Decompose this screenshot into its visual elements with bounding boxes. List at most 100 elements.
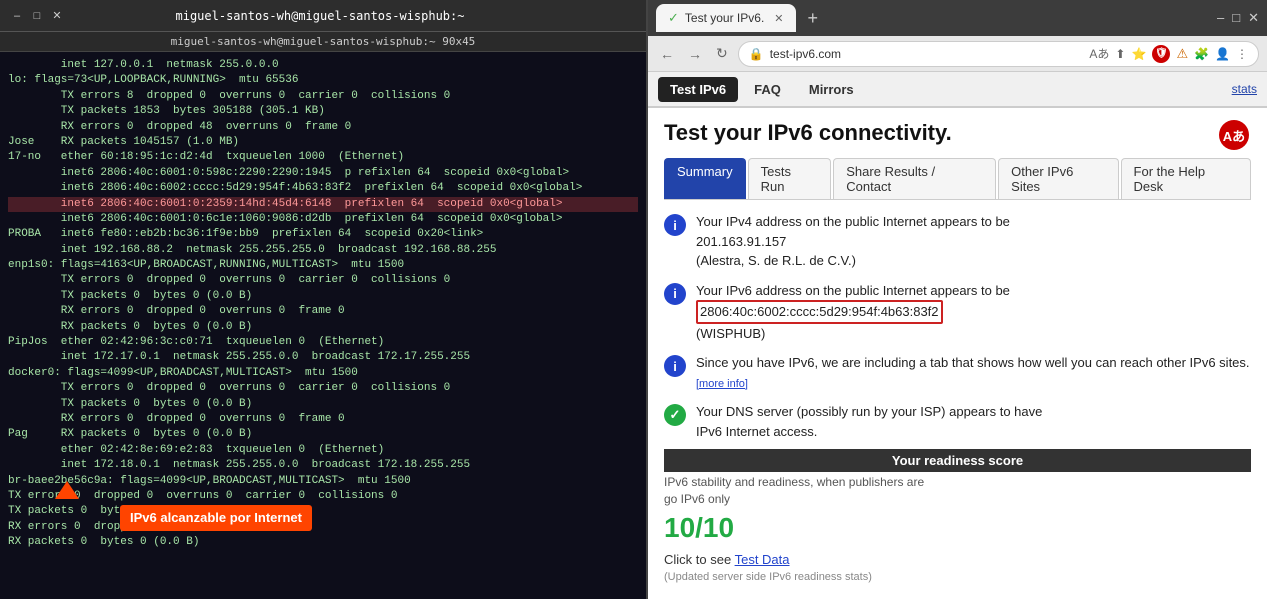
- terminal-line: inet 192.168.88.2 netmask 255.255.255.0 …: [8, 243, 638, 258]
- browser-minimize-button[interactable]: –: [1217, 10, 1224, 26]
- tab-other-ipv6-sites[interactable]: Other IPv6 Sites: [998, 158, 1118, 199]
- terminal-line: inet6 2806:40c:6001:0:6c1e:1060:9086:d2d…: [8, 212, 638, 227]
- ipv6-label: IPv6 alcanzable por Internet: [120, 505, 312, 531]
- tab-title: Test your IPv6.: [685, 11, 764, 25]
- terminal-line: inet 172.18.0.1 netmask 255.255.0.0 broa…: [8, 458, 638, 473]
- dns-check-icon: ✓: [664, 404, 686, 426]
- browser-close-button[interactable]: ✕: [1248, 10, 1259, 26]
- browser-tab[interactable]: ✓ Test your IPv6. ✕: [656, 4, 796, 32]
- site-nav: Test IPv6 FAQ Mirrors stats Aあ: [648, 72, 1267, 108]
- readiness-score: 10/10: [664, 512, 1251, 544]
- terminal-line: RX errors 0 dropped 0 overruns 0 frame 0: [8, 304, 638, 319]
- terminal-line: PROBA inet6 fe80::eb2b:bc36:1f9e:bb9 pre…: [8, 227, 638, 242]
- terminal-title: miguel-santos-wh@miguel-santos-wisphub:~: [64, 9, 576, 23]
- site-tab-faq[interactable]: FAQ: [742, 77, 793, 102]
- terminal-line: TX errors 8 dropped 0 overruns 0 carrier…: [8, 89, 638, 104]
- profile-icon[interactable]: 👤: [1215, 47, 1230, 61]
- ipv6-info-icon: i: [664, 283, 686, 305]
- terminal-line: inet6 2806:40c:6001:0:2359:14hd:45d4:614…: [8, 197, 638, 212]
- terminal-line: TX packets 1853 bytes 305188 (305.1 KB): [8, 104, 638, 119]
- terminal-line: TX errors 0 dropped 0 overruns 0 carrier…: [8, 273, 638, 288]
- back-button[interactable]: ←: [656, 44, 678, 64]
- ipv4-info-text: Your IPv4 address on the public Internet…: [696, 212, 1010, 271]
- browser-maximize-button[interactable]: □: [1232, 10, 1240, 26]
- tab-summary[interactable]: Summary: [664, 158, 746, 199]
- updated-text: (Updated server side IPv6 readiness stat…: [664, 571, 1251, 583]
- browser-window: ✓ Test your IPv6. ✕ + – □ ✕ ← → ↻ 🔒 test…: [648, 0, 1267, 599]
- terminal-line: RX errors 0 dropped 0 overruns 0 frame 0: [8, 520, 638, 535]
- share-icon: ⬆: [1115, 47, 1125, 61]
- readiness-bar: Your readiness score: [664, 449, 1251, 472]
- terminal-line: docker0: flags=4099<UP,BROADCAST,MULTICA…: [8, 366, 638, 381]
- terminal-line: RX packets 0 bytes 0 (0.0 B): [8, 535, 638, 550]
- content-area: Test your IPv6 connectivity. Summary Tes…: [648, 108, 1267, 599]
- ipv6-tab-info-text: Since you have IPv6, we are including a …: [696, 353, 1251, 392]
- terminal-line: enp1s0: flags=4163<UP,BROADCAST,RUNNING,…: [8, 258, 638, 273]
- browser-nav: ← → ↻ 🔒 test-ipv6.com Aあ ⬆ ⭐ 🛡 ⚠ 🧩 👤 ⋮: [648, 36, 1267, 72]
- terminal-close-button[interactable]: ✕: [50, 9, 64, 23]
- readiness-sub: IPv6 stability and readiness, when publi…: [664, 474, 1251, 508]
- site-tab-test-ipv6[interactable]: Test IPv6: [658, 77, 738, 102]
- terminal-line: Pag RX packets 0 bytes 0 (0.0 B): [8, 427, 638, 442]
- ipv6-address: 2806:40c:6002:cccc:5d29:954f:4b63:83f2: [696, 300, 943, 324]
- terminal-line: lo: flags=73<UP,LOOPBACK,RUNNING> mtu 65…: [8, 73, 638, 88]
- terminal-subtitle: miguel-santos-wh@miguel-santos-wisphub:~…: [0, 32, 646, 52]
- ipv6-tab-info-item: i Since you have IPv6, we are including …: [664, 353, 1251, 392]
- arrow-indicator: [55, 481, 79, 499]
- warning-icon: ⚠: [1176, 46, 1188, 62]
- page-title: Test your IPv6 connectivity.: [664, 120, 1251, 146]
- terminal-body[interactable]: inet 127.0.0.1 netmask 255.0.0.0lo: flag…: [0, 52, 646, 599]
- terminal-window: – □ ✕ miguel-santos-wh@miguel-santos-wis…: [0, 0, 648, 599]
- terminal-minimize-button[interactable]: –: [10, 9, 24, 23]
- terminal-line: 17-no ether 60:18:95:1c:d2:4d txqueuelen…: [8, 150, 638, 165]
- brave-shield-icon: 🛡: [1152, 45, 1170, 63]
- info-items: i Your IPv4 address on the public Intern…: [664, 212, 1251, 441]
- tab-tests-run[interactable]: Tests Run: [748, 158, 832, 199]
- stats-link[interactable]: stats: [1232, 82, 1257, 96]
- ipv6-info-text: Your IPv6 address on the public Internet…: [696, 281, 1010, 344]
- translate-icon-nav: Aあ: [1089, 45, 1109, 62]
- tab-help-desk[interactable]: For the Help Desk: [1121, 158, 1251, 199]
- ipv4-info-icon: i: [664, 214, 686, 236]
- browser-titlebar: ✓ Test your IPv6. ✕ + – □ ✕: [648, 0, 1267, 36]
- dns-info-text: Your DNS server (possibly run by your IS…: [696, 402, 1042, 441]
- tab-close-button[interactable]: ✕: [774, 12, 783, 25]
- browser-content: Test IPv6 FAQ Mirrors stats Aあ Test your…: [648, 72, 1267, 599]
- site-tab-mirrors[interactable]: Mirrors: [797, 77, 866, 102]
- terminal-maximize-button[interactable]: □: [30, 9, 44, 23]
- terminal-line: Jose RX packets 1045157 (1.0 MB): [8, 135, 638, 150]
- address-bar[interactable]: 🔒 test-ipv6.com Aあ ⬆ ⭐ 🛡 ⚠ 🧩 👤 ⋮: [738, 41, 1259, 67]
- ipv6-isp: (WISPHUB): [696, 326, 765, 341]
- click-label: Click to see: [664, 552, 731, 567]
- test-data-link[interactable]: Test Data: [735, 552, 790, 567]
- tab-favicon: ✓: [668, 10, 679, 26]
- terminal-line: TX packets 0 bytes 0 (0.0 B): [8, 397, 638, 412]
- terminal-line: br-baee2be56c9a: flags=4099<UP,BROADCAST…: [8, 474, 638, 489]
- terminal-line: TX packets 0 bytes 0 (0.0 B): [8, 289, 638, 304]
- ipv4-isp: (Alestra, S. de R.L. de C.V.): [696, 253, 856, 268]
- secure-icon: 🔒: [749, 47, 764, 61]
- extensions-icon[interactable]: 🧩: [1194, 47, 1209, 61]
- settings-icon[interactable]: ⋮: [1236, 47, 1248, 61]
- terminal-line: inet 172.17.0.1 netmask 255.255.0.0 broa…: [8, 350, 638, 365]
- terminal-line: RX errors 0 dropped 0 overruns 0 frame 0: [8, 412, 638, 427]
- terminal-line: PipJos ether 02:42:96:3c:c0:71 txqueuele…: [8, 335, 638, 350]
- more-info-link[interactable]: [more info]: [696, 378, 748, 390]
- terminal-line: inet6 2806:40c:6001:0:598c:2290:2290:194…: [8, 166, 638, 181]
- address-text: test-ipv6.com: [770, 47, 1084, 61]
- terminal-titlebar: – □ ✕ miguel-santos-wh@miguel-santos-wis…: [0, 0, 646, 32]
- terminal-line: TX errors 0 dropped 0 overruns 0 carrier…: [8, 489, 638, 504]
- dns-info-item: ✓ Your DNS server (possibly run by your …: [664, 402, 1251, 441]
- terminal-line: inet 127.0.0.1 netmask 255.0.0.0: [8, 58, 638, 73]
- ipv4-address: 201.163.91.157: [696, 234, 786, 249]
- terminal-line: inet6 2806:40c:6002:cccc:5d29:954f:4b63:…: [8, 181, 638, 196]
- reload-button[interactable]: ↻: [712, 43, 732, 64]
- ipv4-info-item: i Your IPv4 address on the public Intern…: [664, 212, 1251, 271]
- new-tab-button[interactable]: +: [808, 8, 819, 29]
- tab-share-results[interactable]: Share Results / Contact: [833, 158, 996, 199]
- ipv6-tab-info-icon: i: [664, 355, 686, 377]
- forward-button[interactable]: →: [684, 44, 706, 64]
- ipv6-info-item: i Your IPv6 address on the public Intern…: [664, 281, 1251, 344]
- bookmark-icon[interactable]: ⭐: [1131, 47, 1146, 61]
- terminal-line: TX packets 0 bytes 0 (0.0 B): [8, 504, 638, 519]
